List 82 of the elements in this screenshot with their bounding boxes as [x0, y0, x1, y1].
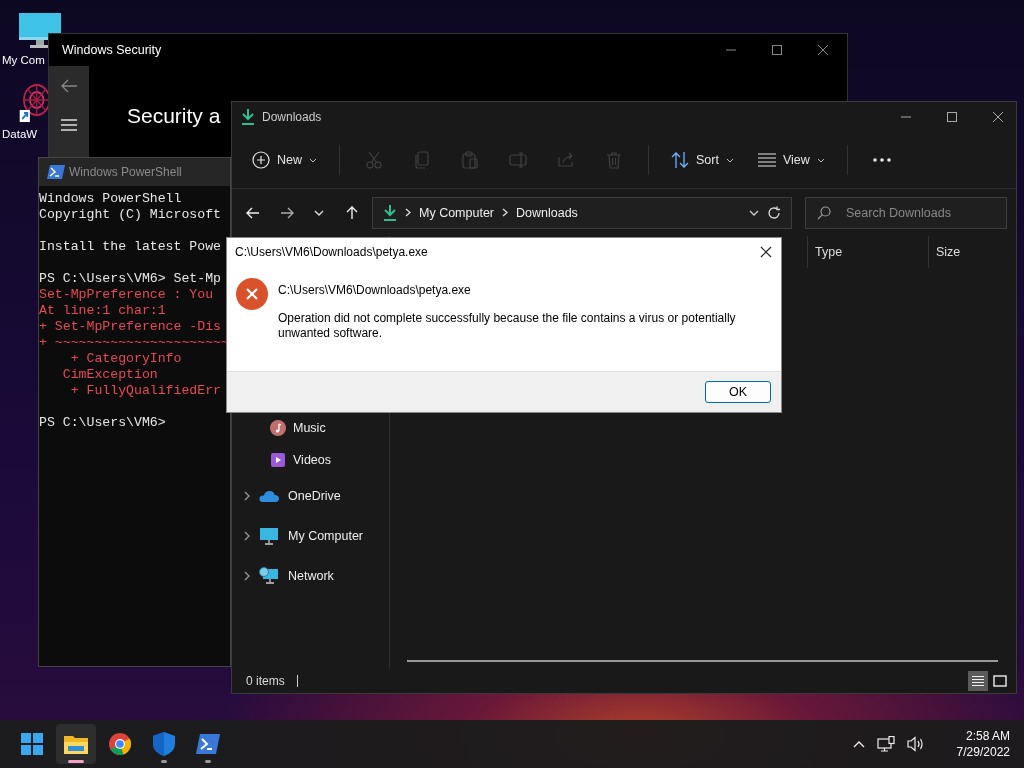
- close-icon[interactable]: [760, 246, 772, 258]
- nav-item[interactable]: Videos: [232, 444, 389, 476]
- breadcrumb[interactable]: Downloads: [516, 205, 578, 220]
- browser-icon: [109, 733, 131, 755]
- view-button[interactable]: View: [749, 143, 833, 177]
- chevron-icon[interactable]: [244, 531, 250, 541]
- computer-icon: [259, 527, 279, 545]
- close-icon[interactable]: [817, 44, 829, 56]
- item-count: 0 items: [246, 674, 285, 688]
- console-line: + CategoryInfo: [69, 351, 182, 366]
- address-bar[interactable]: My Computer Downloads: [372, 196, 792, 229]
- new-button[interactable]: New: [244, 143, 325, 177]
- download-icon: [383, 204, 397, 221]
- icon-label[interactable]: My Com: [2, 54, 45, 66]
- terminal-icon: [196, 734, 220, 754]
- folder-icon: [64, 734, 88, 754]
- window-title: Downloads: [262, 110, 323, 124]
- console-line: + Set-MpPreference -Dis: [39, 319, 222, 334]
- error-message: Operation did not complete successfully because the file contains a virus or potentially unwanted software.: [278, 311, 737, 341]
- dialog-title: C:\Users\VM6\Downloads\petya.exe: [235, 245, 429, 259]
- clock-date[interactable]: 7/29/2022: [956, 744, 1010, 760]
- search-field[interactable]: Search Downloads: [805, 196, 1007, 229]
- chevron-icon[interactable]: [244, 491, 250, 501]
- column-header[interactable]: Type: [807, 236, 928, 268]
- console-line: Install the latest Powe: [39, 239, 222, 254]
- console-line: Set-MpPreference : You: [39, 287, 214, 302]
- chevron-down-icon[interactable]: [314, 209, 324, 216]
- explorer-taskbar-button[interactable]: [56, 724, 96, 764]
- cloud-icon: [259, 490, 279, 502]
- caret-icon: [309, 157, 317, 163]
- download-icon: [241, 109, 255, 125]
- window-title: Windows PowerShell: [69, 165, 182, 179]
- network-icon: [259, 567, 279, 585]
- shield-icon: [153, 732, 175, 756]
- sort-button[interactable]: Sort: [663, 143, 742, 177]
- nav-item[interactable]: Network: [232, 556, 389, 596]
- film-icon: [270, 452, 286, 468]
- scrollbar[interactable]: [407, 660, 998, 662]
- chevron-down-icon[interactable]: [749, 209, 759, 216]
- search-icon: [817, 205, 831, 220]
- icon-label[interactable]: DataW: [2, 128, 38, 140]
- nav-item[interactable]: My Computer: [232, 516, 389, 556]
- page-heading: Security a: [127, 104, 221, 127]
- details-view-button[interactable]: [968, 671, 988, 691]
- console-line: PS C:\Users\VM6> Set-Mp: [39, 271, 222, 286]
- chevron-right-icon: [502, 208, 509, 217]
- file-path: C:\Users\VM6\Downloads\petya.exe: [278, 283, 472, 297]
- console-line: Copyright (C) Microsoft: [39, 207, 222, 222]
- nav-item[interactable]: OneDrive: [232, 476, 389, 516]
- menu-icon[interactable]: [61, 119, 77, 131]
- clock-time[interactable]: 2:58 AM: [965, 728, 1010, 744]
- windows-icon: [21, 733, 43, 755]
- list-icon: [971, 675, 985, 687]
- console-line: PS C:\Users\VM6>: [39, 415, 166, 430]
- column-header[interactable]: Size: [928, 236, 1006, 268]
- forward-icon[interactable]: [280, 206, 294, 219]
- refresh-icon[interactable]: [767, 205, 781, 220]
- maximize-icon[interactable]: [771, 44, 783, 56]
- caret-icon: [725, 157, 734, 163]
- network-icon[interactable]: [876, 736, 895, 752]
- ok-button[interactable]: OK: [705, 381, 771, 403]
- console-line: At line:1 char:1: [39, 303, 166, 318]
- volume-icon[interactable]: [906, 736, 925, 752]
- console-line: CimException: [61, 367, 158, 382]
- music-icon: [270, 420, 286, 436]
- chevron-right-icon: [405, 208, 411, 217]
- console-line: Windows PowerShell: [39, 191, 182, 206]
- close-icon[interactable]: [992, 111, 1004, 123]
- square-icon: [993, 675, 1007, 687]
- maximize-icon[interactable]: [946, 111, 958, 123]
- computer-icon[interactable]: [18, 12, 62, 50]
- up-icon[interactable]: [346, 205, 358, 220]
- console-line: + FullyQualifiedErr: [69, 383, 222, 398]
- caret-icon: [816, 157, 825, 163]
- chevron-up-icon[interactable]: [852, 740, 865, 748]
- window-title: Windows Security: [62, 43, 163, 57]
- console-line: + ~~~~~~~~~~~~~~~~~~~~~~: [39, 335, 229, 350]
- terminal-icon[interactable]: [47, 165, 65, 179]
- error-icon: [236, 278, 268, 310]
- breadcrumb[interactable]: My Computer: [419, 205, 495, 220]
- chevron-icon[interactable]: [244, 571, 250, 581]
- nav-item[interactable]: Music: [232, 412, 389, 444]
